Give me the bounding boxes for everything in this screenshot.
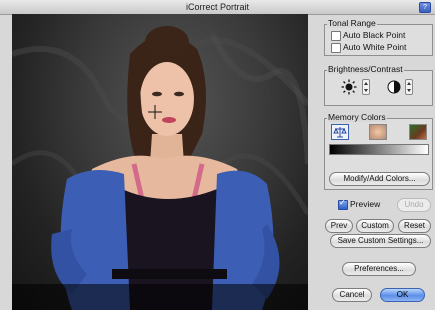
auto-black-point-checkbox[interactable] <box>331 31 341 41</box>
help-icon[interactable]: ? <box>419 2 431 13</box>
brightness-sun-icon <box>341 79 357 95</box>
brightness-contrast-title: Brightness/Contrast <box>327 64 404 74</box>
memory-colors-group: Memory Colors Modify/Add Colors... <box>324 112 433 190</box>
auto-black-point-label: Auto Black Point <box>343 30 406 40</box>
dialog-window: iCorrect Portrait ? Tonal Range Auto Bla… <box>0 0 435 310</box>
brightness-contrast-group: Brightness/Contrast <box>324 64 433 106</box>
modify-add-colors-button[interactable]: Modify/Add Colors... <box>329 172 430 186</box>
ok-button[interactable]: OK <box>380 288 425 302</box>
preview-checkbox[interactable] <box>338 198 348 210</box>
memory-color-gradient <box>329 144 429 155</box>
brightness-stepper[interactable] <box>362 79 370 95</box>
photo-preview[interactable] <box>12 14 308 310</box>
title-bar: iCorrect Portrait ? <box>0 0 435 15</box>
auto-white-point-checkbox[interactable] <box>331 43 341 53</box>
undo-button[interactable]: Undo <box>397 198 431 212</box>
window-title: iCorrect Portrait <box>185 2 249 12</box>
foliage-icon[interactable] <box>409 124 427 140</box>
tonal-range-title: Tonal Range <box>327 18 377 28</box>
custom-button[interactable]: Custom <box>356 219 394 233</box>
portrait-image <box>12 26 308 310</box>
neutral-balance-icon[interactable] <box>331 124 349 140</box>
preferences-button[interactable]: Preferences... <box>342 262 416 276</box>
contrast-stepper[interactable] <box>405 79 413 95</box>
cancel-button[interactable]: Cancel <box>332 288 372 302</box>
save-custom-settings-button[interactable]: Save Custom Settings... <box>330 234 431 248</box>
auto-white-point-label: Auto White Point <box>343 42 407 52</box>
preview-label: Preview <box>350 199 381 209</box>
prev-button[interactable]: Prev <box>325 219 353 233</box>
memory-colors-title: Memory Colors <box>327 112 387 122</box>
skin-tone-icon[interactable] <box>369 124 387 140</box>
tonal-range-group: Tonal Range Auto Black Point Auto White … <box>324 18 433 56</box>
contrast-circle-icon <box>387 80 401 94</box>
reset-button[interactable]: Reset <box>398 219 431 233</box>
